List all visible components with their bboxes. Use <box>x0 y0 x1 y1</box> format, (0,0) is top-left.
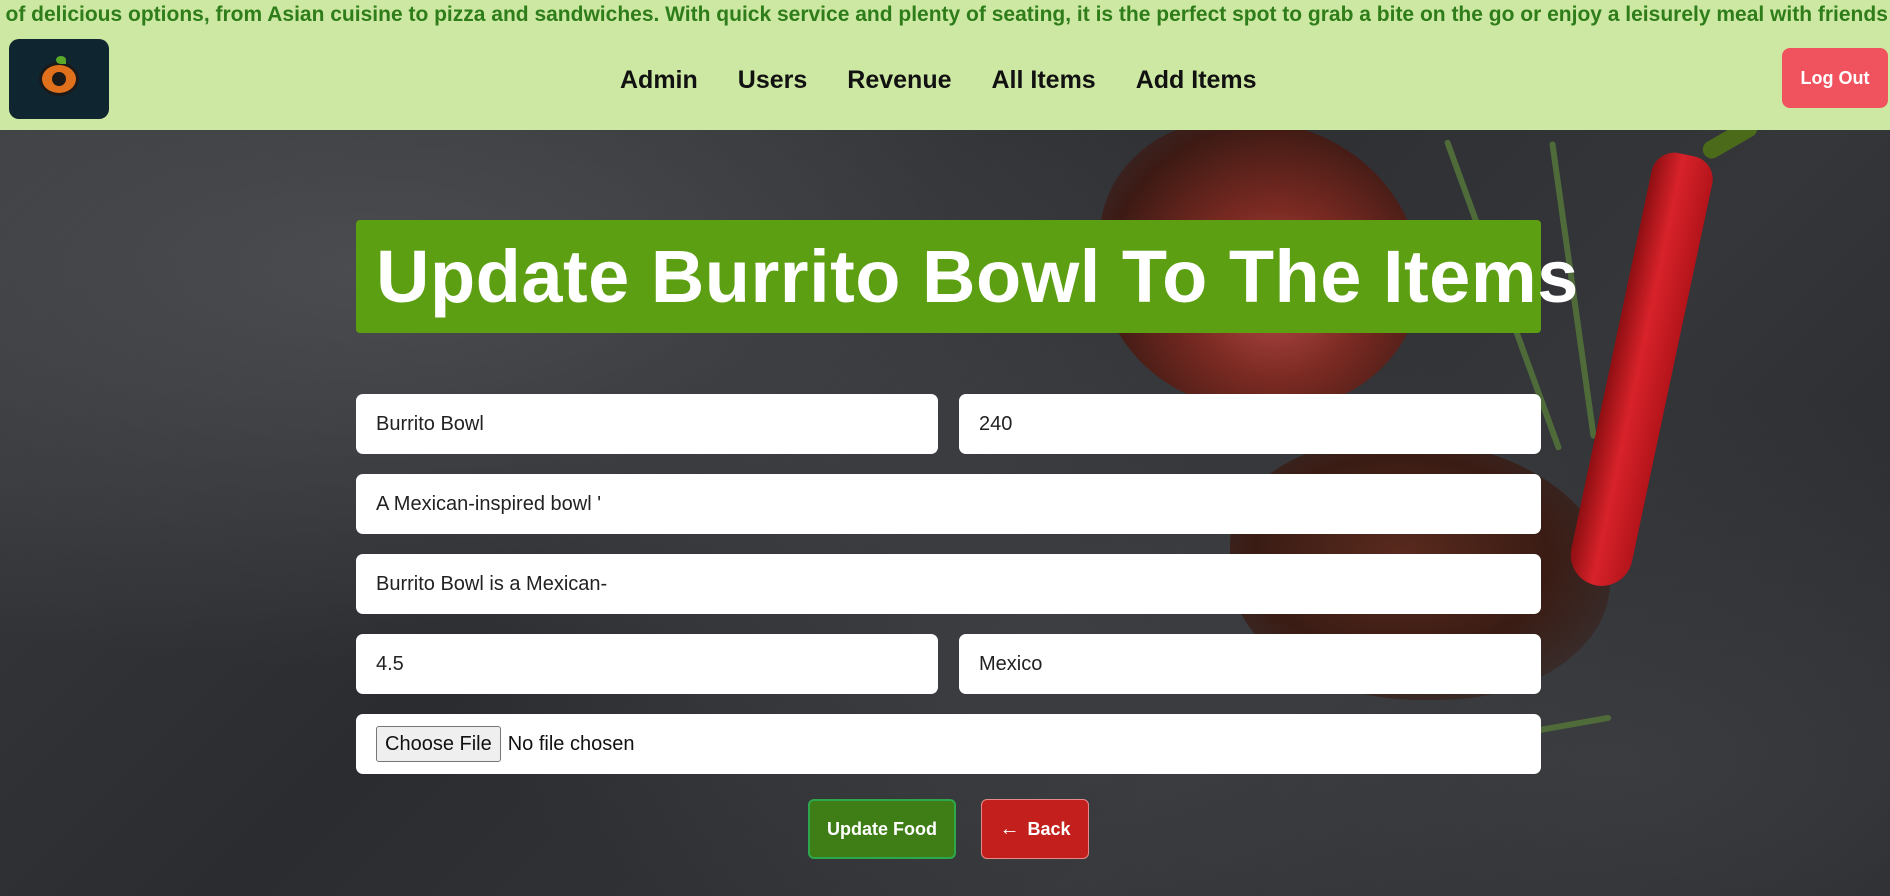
nav-link-revenue[interactable]: Revenue <box>847 66 951 95</box>
long-description-input[interactable] <box>356 554 1541 614</box>
logo-icon <box>39 56 79 96</box>
origin-input[interactable] <box>959 634 1541 694</box>
marquee-banner: y of delicious options, from Asian cuisi… <box>0 0 1890 30</box>
image-file-field: Choose File No file chosen <box>356 714 1541 774</box>
arrow-left-icon: ← <box>999 818 1020 840</box>
nav-link-all-items[interactable]: All Items <box>992 66 1096 95</box>
nav-link-add-items[interactable]: Add Items <box>1136 66 1257 95</box>
back-button-label: Back <box>1027 818 1071 839</box>
price-input[interactable] <box>959 394 1541 454</box>
logout-button[interactable]: Log Out <box>1782 48 1888 108</box>
page-title-box: Update Burrito Bowl To The Items <box>356 220 1578 333</box>
file-status: No file chosen <box>507 732 635 755</box>
short-description-input[interactable] <box>356 474 1541 534</box>
chili-image <box>1564 148 1718 592</box>
logo[interactable] <box>9 39 109 119</box>
nav-links: Admin Users Revenue All Items Add Items <box>620 30 1257 130</box>
marquee-text: y of delicious options, from Asian cuisi… <box>0 3 1890 26</box>
update-food-button[interactable]: Update Food <box>808 799 956 859</box>
page-title: Update Burrito Bowl To The Items <box>376 235 1579 318</box>
rating-input[interactable] <box>356 634 938 694</box>
nav-link-admin[interactable]: Admin <box>620 66 698 95</box>
navbar: Admin Users Revenue All Items Add Items … <box>0 30 1890 130</box>
food-name-input[interactable] <box>356 394 938 454</box>
nav-link-users[interactable]: Users <box>738 66 808 95</box>
choose-file-button[interactable]: Choose File <box>376 726 501 762</box>
back-button[interactable]: ← Back <box>981 799 1089 859</box>
